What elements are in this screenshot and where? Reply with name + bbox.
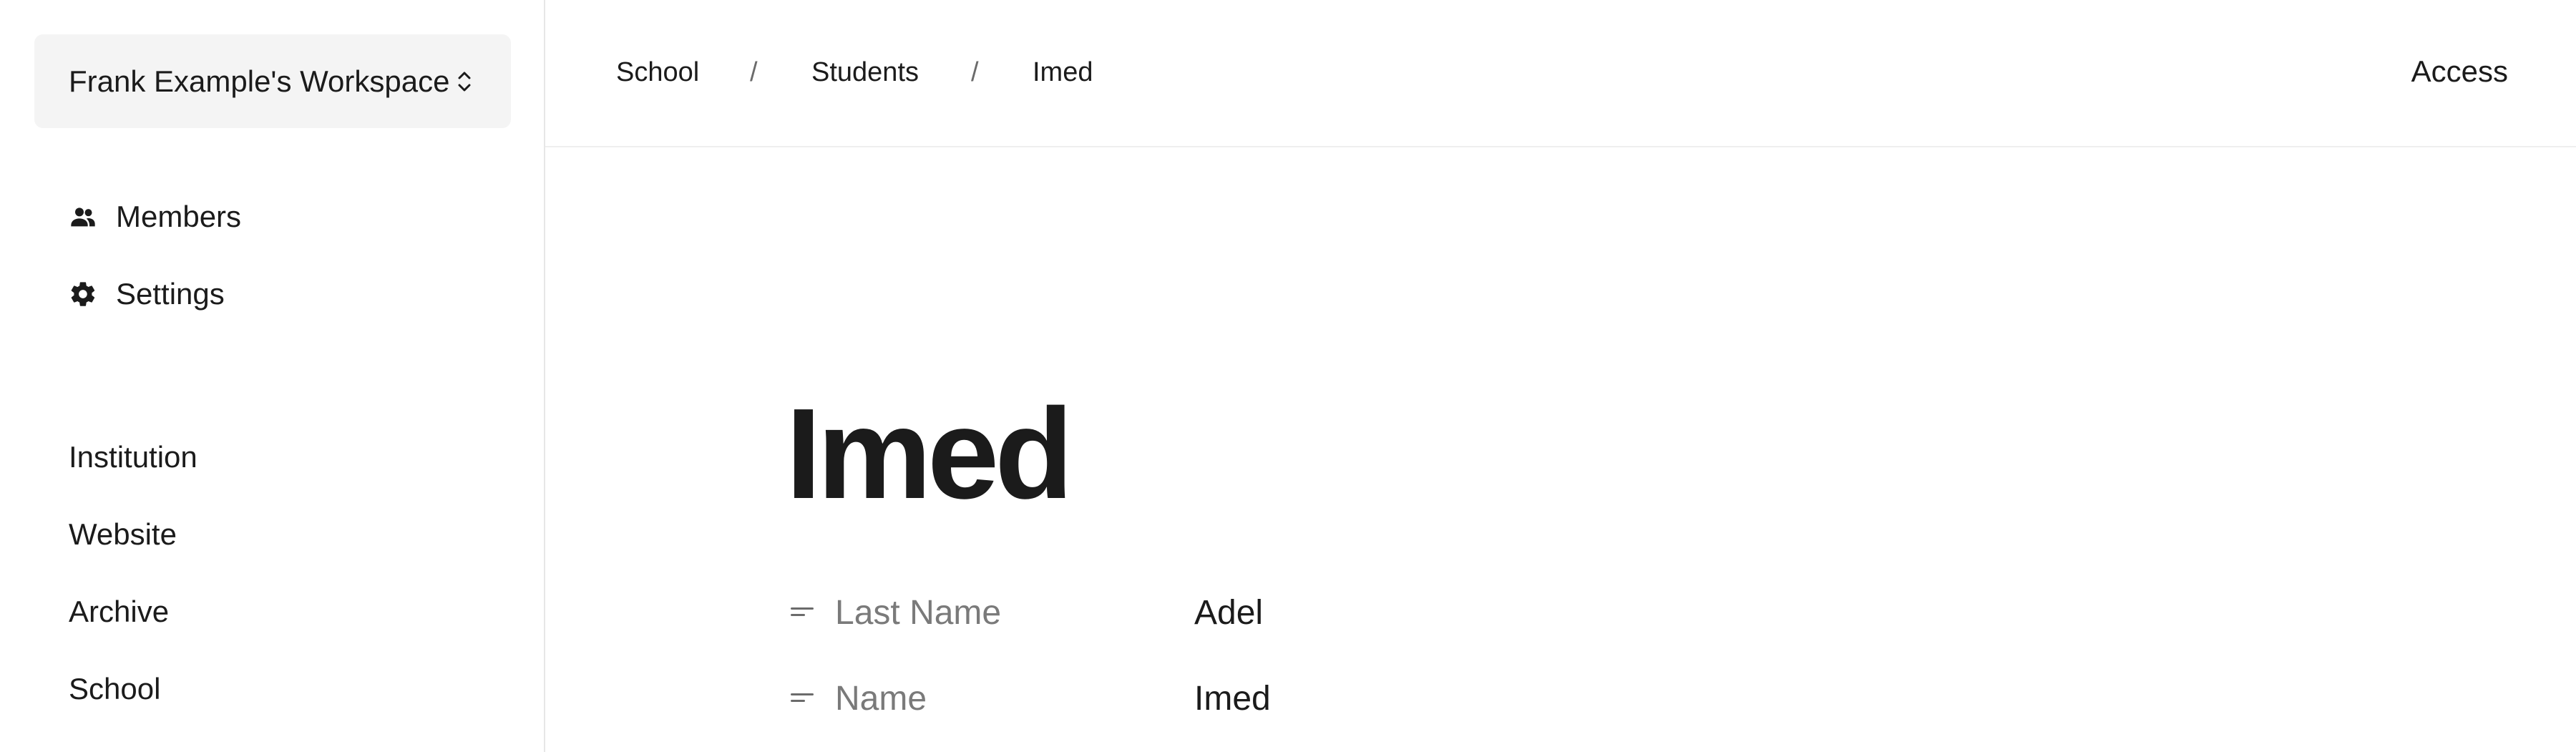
breadcrumb-item-current[interactable]: Imed: [1033, 54, 1093, 91]
breadcrumb-item-school[interactable]: School: [616, 54, 699, 91]
property-value[interactable]: Imed: [1194, 679, 1271, 718]
sidebar-item-archive[interactable]: Archive: [69, 590, 169, 633]
gear-icon: [69, 280, 97, 308]
workspace-switcher[interactable]: Frank Example's Workspace: [34, 34, 511, 128]
sidebar-item-label: Settings: [116, 277, 225, 311]
property-row-name: Name Imed: [791, 677, 1271, 720]
workspace-name: Frank Example's Workspace: [69, 64, 450, 98]
property-row-last-name: Last Name Adel: [791, 591, 1263, 634]
people-icon: [69, 202, 97, 231]
breadcrumb-separator: /: [750, 57, 758, 87]
sidebar-item-members[interactable]: Members: [69, 195, 241, 238]
sidebar-item-settings[interactable]: Settings: [69, 273, 225, 316]
access-button[interactable]: Access: [2411, 52, 2508, 92]
property-label[interactable]: Last Name: [835, 593, 1194, 633]
sidebar-item-label: Members: [116, 200, 242, 233]
text-lines-icon: [791, 605, 815, 620]
sidebar-item-institution[interactable]: Institution: [69, 436, 197, 479]
breadcrumb-item-students[interactable]: Students: [811, 54, 919, 91]
chevron-up-down-icon: [457, 67, 472, 96]
sidebar-item-website[interactable]: Website: [69, 513, 177, 556]
breadcrumb-separator: /: [971, 57, 979, 87]
app-window: Frank Example's Workspace Members Settin…: [0, 0, 2576, 752]
page-title[interactable]: Imed: [786, 379, 1073, 529]
top-bar: School / Students / Imed Access: [545, 0, 2576, 147]
property-value[interactable]: Adel: [1194, 593, 1263, 633]
text-lines-icon: [791, 690, 815, 706]
sidebar: Frank Example's Workspace Members Settin…: [0, 0, 545, 752]
sidebar-item-school[interactable]: School: [69, 668, 160, 711]
property-label[interactable]: Name: [835, 679, 1194, 718]
